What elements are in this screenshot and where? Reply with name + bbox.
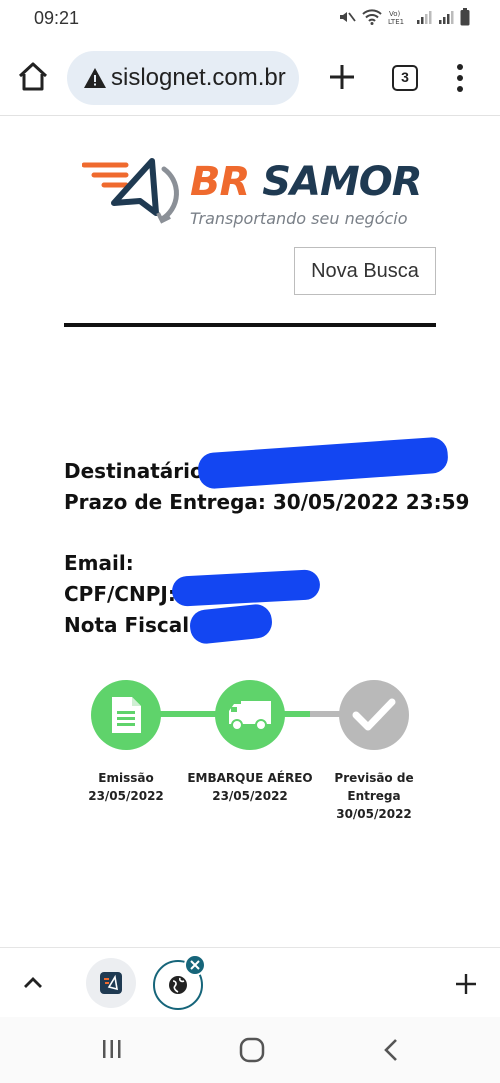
warning-icon[interactable] (83, 67, 107, 89)
chevron-up-icon[interactable] (22, 974, 44, 990)
step-previsao-entrega (339, 680, 409, 750)
step-name: EMBARQUE AÉREO (187, 771, 313, 785)
redaction-mark (171, 569, 321, 607)
close-tab-button[interactable] (184, 954, 206, 976)
step-label-embarque-aereo: EMBARQUE AÉREO 23/05/2022 (185, 769, 315, 805)
redaction-mark (188, 602, 274, 646)
step-label-emissao: Emissão 23/05/2022 (61, 769, 191, 805)
step-name: Previsão de Entrega (334, 771, 414, 803)
truck-icon (229, 701, 271, 731)
email-label: Email: (64, 551, 134, 575)
site-favicon-icon (100, 972, 122, 994)
cpf-cnpj-label: CPF/CNPJ: (64, 582, 176, 606)
tabs-icon[interactable]: 3 (392, 65, 418, 91)
url-text: sislognet.com.br (111, 64, 286, 91)
brand-logo: BR SAMOR Transportando seu negócio (82, 155, 423, 228)
prazo-entrega-label: Prazo de Entrega: 30/05/2022 23:59 (64, 490, 470, 514)
status-icons: Vo) LTE1 (338, 8, 470, 26)
tab-strip (0, 947, 500, 1017)
nota-fiscal-label: Nota Fiscal: (64, 613, 198, 637)
brand-name-second: SAMOR (262, 159, 422, 205)
status-time: 09:21 (34, 8, 80, 28)
battery-icon (460, 8, 470, 26)
signal-icon (417, 11, 432, 24)
step-date: 23/05/2022 (212, 789, 288, 803)
step-emissao (91, 680, 161, 750)
step-label-previsao-entrega: Previsão de Entrega 30/05/2022 (309, 769, 439, 823)
step-date: 30/05/2022 (336, 807, 412, 821)
home-icon[interactable] (14, 58, 52, 96)
step-embarque-aereo (215, 680, 285, 750)
plus-icon[interactable] (455, 973, 477, 995)
brand-name: BR SAMOR (190, 159, 423, 205)
new-tab-plus-icon[interactable] (327, 62, 357, 92)
document-icon (112, 697, 141, 733)
svg-text:Vo): Vo) (389, 10, 401, 18)
brand-tagline: Transportando seu negócio (190, 209, 408, 228)
mute-icon (340, 12, 356, 22)
browser-toolbar: sislognet.com.br 3 (0, 38, 500, 116)
svg-text:LTE1: LTE1 (388, 18, 404, 25)
step-name: Emissão (98, 771, 154, 785)
brand-name-first: BR (190, 159, 250, 205)
menu-dots-icon[interactable] (452, 62, 468, 94)
tab-thumbnail[interactable] (86, 958, 136, 1008)
system-navigation-bar (0, 1017, 500, 1083)
home-circle-icon[interactable] (239, 1037, 265, 1063)
logo-mark-icon (82, 158, 179, 224)
wifi-icon (362, 9, 382, 25)
back-icon[interactable] (382, 1038, 400, 1062)
divider (64, 323, 436, 327)
step-date: 23/05/2022 (88, 789, 164, 803)
recents-icon[interactable] (101, 1038, 123, 1060)
close-icon (190, 960, 200, 970)
destinatario-label: Destinatário: (64, 459, 212, 483)
status-bar: 09:21 Vo) LTE1 (0, 0, 500, 38)
page-content: BR SAMOR Transportando seu negócio Nova … (0, 117, 500, 947)
address-bar[interactable]: sislognet.com.br (67, 51, 299, 105)
nova-busca-button[interactable]: Nova Busca (294, 247, 436, 295)
redaction-mark (197, 436, 449, 490)
checkmark-icon (352, 698, 396, 731)
volte-icon: Vo) LTE1 (388, 10, 404, 25)
globe-icon (169, 976, 187, 994)
signal-icon (439, 11, 454, 24)
